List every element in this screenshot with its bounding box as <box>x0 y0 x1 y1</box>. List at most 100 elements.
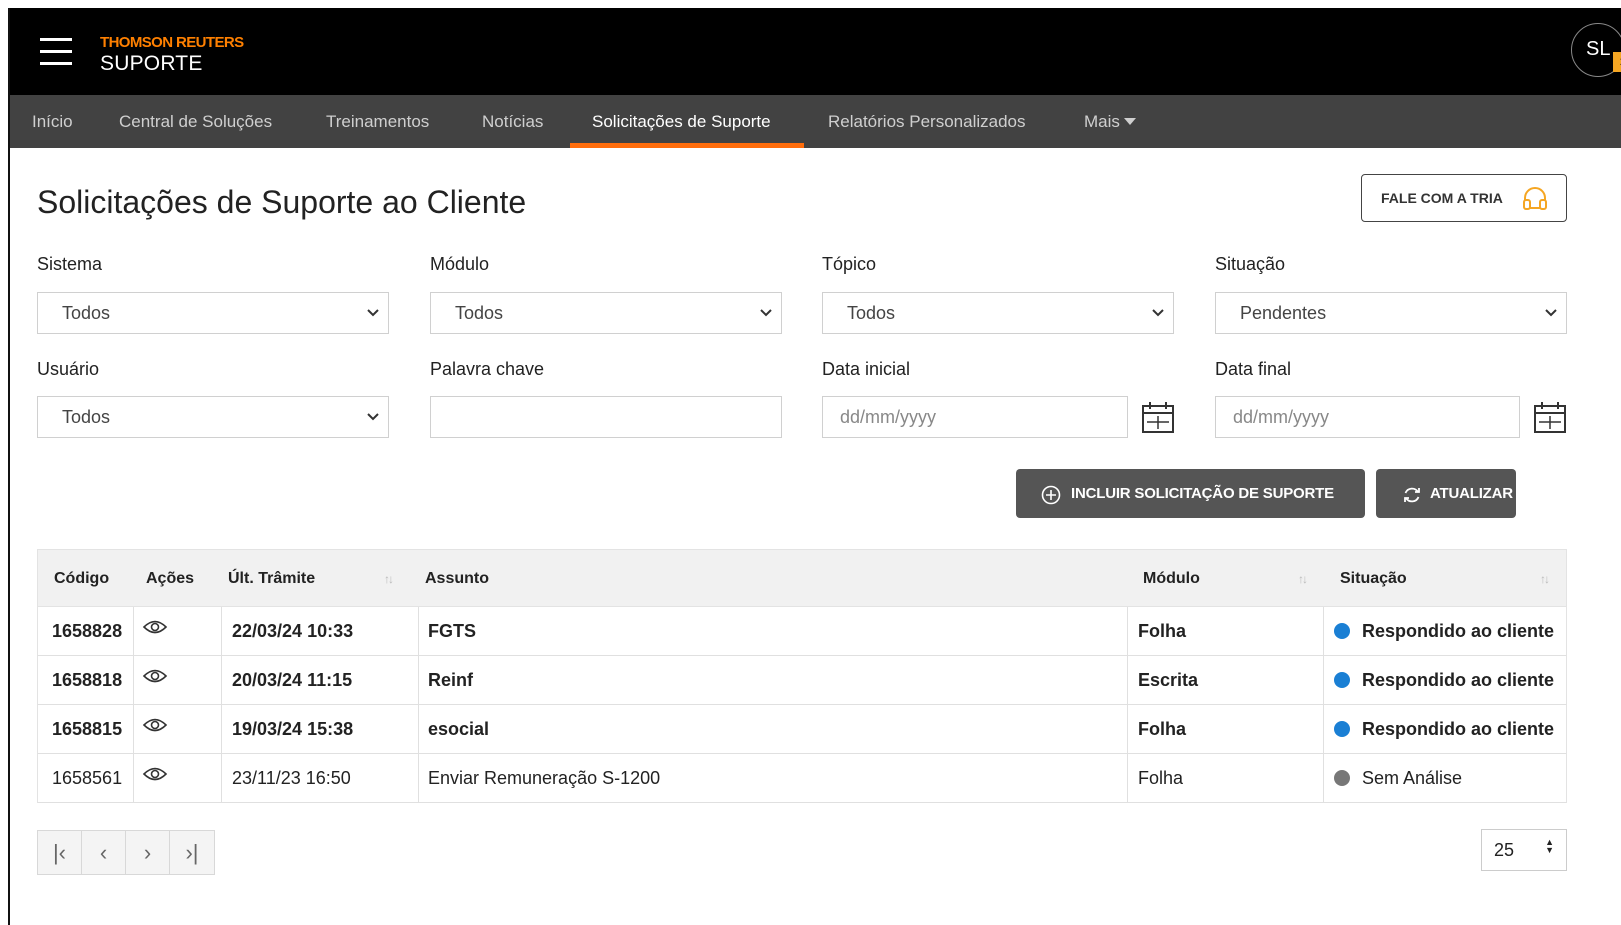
table-row[interactable]: 1658561 23/11/23 16:50 Enviar Remuneraçã… <box>37 754 1567 803</box>
table-row[interactable]: 1658828 22/03/24 10:33 FGTS Folha Respon… <box>37 607 1567 656</box>
page-title: Solicitações de Suporte ao Cliente <box>37 184 527 220</box>
nav-inicio[interactable]: Início <box>32 95 73 148</box>
calendar-icon[interactable] <box>1141 401 1175 435</box>
next-page-icon[interactable]: › <box>126 831 170 874</box>
column-divider <box>1127 754 1128 802</box>
nav-solicitacoes-suporte[interactable]: Solicitações de Suporte <box>592 95 771 148</box>
col-assunto[interactable]: Assunto <box>425 550 489 608</box>
cell-assunto[interactable]: Enviar Remuneração S-1200 <box>428 754 660 802</box>
col-modulo[interactable]: Módulo <box>1143 550 1200 608</box>
table-row[interactable]: 1658818 20/03/24 11:15 Reinf Escrita Res… <box>37 656 1567 705</box>
col-acoes: Ações <box>146 570 195 587</box>
nav-relatorios[interactable]: Relatórios Personalizados <box>828 95 1026 148</box>
column-divider <box>221 656 222 704</box>
top-header: THOMSON REUTERS SUPORTE SL 1 <box>10 8 1621 95</box>
column-divider <box>1127 705 1128 753</box>
sistema-select[interactable]: Todos <box>37 292 389 334</box>
nav-mais-label: Mais <box>1084 112 1120 131</box>
status-text: Respondido ao cliente <box>1362 621 1555 641</box>
sistema-label: Sistema <box>37 254 103 274</box>
last-page-icon[interactable]: ›| <box>170 831 214 874</box>
eye-icon[interactable] <box>142 666 168 686</box>
cell-assunto[interactable]: esocial <box>428 705 489 753</box>
sort-icon[interactable]: ↑↓ <box>384 572 394 586</box>
cell-modulo: Escrita <box>1138 670 1199 690</box>
column-divider <box>133 656 134 704</box>
cell-situacao: Respondido ao cliente <box>1334 607 1554 655</box>
cell-modulo: Folha <box>1138 621 1186 641</box>
cell-codigo: 1658815 <box>52 719 123 739</box>
col-ult-tramite[interactable]: Últ. Trâmite <box>228 550 315 608</box>
col-situacao[interactable]: Situação <box>1340 550 1407 608</box>
pagination: |‹ ‹ › ›| <box>37 830 215 875</box>
usuario-select[interactable]: Todos <box>37 396 389 438</box>
nav-mais[interactable]: Mais <box>1084 95 1136 148</box>
caret-down-icon <box>1123 118 1136 125</box>
status-dot <box>1334 770 1350 786</box>
topico-label: Tópico <box>822 254 877 274</box>
table-row[interactable]: 1658815 19/03/24 15:38 esocial Folha Res… <box>37 705 1567 754</box>
fale-com-tria-button[interactable]: FALE COM A TRIA <box>1361 174 1567 222</box>
prev-page-icon[interactable]: ‹ <box>82 831 126 874</box>
data-final-input[interactable]: dd/mm/yyyy <box>1215 396 1520 438</box>
status-dot <box>1334 672 1350 688</box>
data-inicial-label: Data inicial <box>822 359 911 379</box>
cell-assunto[interactable]: FGTS <box>428 607 476 655</box>
calendar-icon[interactable] <box>1533 401 1567 435</box>
modulo-select[interactable]: Todos <box>430 292 782 334</box>
column-divider <box>133 705 134 753</box>
atualizar-button[interactable]: ATUALIZAR <box>1376 469 1516 518</box>
hamburger-menu-icon[interactable] <box>40 38 72 66</box>
column-divider <box>133 754 134 802</box>
chevron-down-icon <box>1545 309 1557 317</box>
notification-badge[interactable]: 1 <box>1613 52 1621 72</box>
cell-assunto[interactable]: Reinf <box>428 656 473 704</box>
modulo-label: Módulo <box>430 254 490 274</box>
column-divider <box>1127 607 1128 655</box>
first-page-icon[interactable]: |‹ <box>38 831 82 874</box>
nav-treinamentos[interactable]: Treinamentos <box>326 95 429 148</box>
eye-icon[interactable] <box>142 617 168 637</box>
column-divider <box>1323 705 1324 753</box>
situacao-select-value: Pendentes <box>1240 303 1327 323</box>
situacao-label: Situação <box>1215 254 1286 274</box>
sistema-select-value: Todos <box>62 303 111 323</box>
page-size-value: 25 <box>1494 840 1515 860</box>
brand-name: THOMSON REUTERS <box>100 34 244 51</box>
column-divider <box>1127 656 1128 704</box>
col-codigo[interactable]: Código <box>54 550 109 608</box>
column-divider <box>1323 754 1324 802</box>
chevron-down-icon <box>367 309 379 317</box>
cell-ult-tramite: 22/03/24 10:33 <box>232 621 354 641</box>
situacao-select[interactable]: Pendentes <box>1215 292 1567 334</box>
nav-central-solucoes[interactable]: Central de Soluções <box>119 95 272 148</box>
column-divider <box>221 607 222 655</box>
cell-codigo: 1658818 <box>52 670 123 690</box>
column-divider <box>418 705 419 753</box>
incluir-solicitacao-button[interactable]: INCLUIR SOLICITAÇÃO DE SUPORTE <box>1016 469 1365 518</box>
cell-situacao: Sem Análise <box>1334 754 1462 802</box>
page-size-select[interactable]: 25 ▲ ▼ <box>1481 829 1567 871</box>
eye-icon[interactable] <box>142 764 168 784</box>
cell-modulo: Folha <box>1138 719 1186 739</box>
sort-updown-icon: ▲ ▼ <box>1545 837 1554 855</box>
topico-select[interactable]: Todos <box>822 292 1174 334</box>
chevron-down-icon <box>367 413 379 421</box>
data-inicial-input[interactable]: dd/mm/yyyy <box>822 396 1128 438</box>
column-divider <box>1323 656 1324 704</box>
column-divider <box>418 656 419 704</box>
modulo-select-value: Todos <box>455 303 504 323</box>
nav-noticias[interactable]: Notícias <box>482 95 543 148</box>
sort-icon[interactable]: ↑↓ <box>1540 572 1550 586</box>
cell-situacao: Respondido ao cliente <box>1334 656 1554 704</box>
chevron-down-icon <box>1152 309 1164 317</box>
app-frame: THOMSON REUTERS SUPORTE SL 1 Início Cent… <box>8 8 1621 925</box>
headset-icon <box>1523 187 1547 210</box>
fale-button-label: FALE COM A TRIA <box>1381 190 1503 206</box>
palavra-chave-input[interactable] <box>430 396 782 438</box>
column-divider <box>418 754 419 802</box>
active-tab-indicator <box>570 143 804 148</box>
eye-icon[interactable] <box>142 715 168 735</box>
sort-icon[interactable]: ↑↓ <box>1298 572 1308 586</box>
column-divider <box>133 607 134 655</box>
